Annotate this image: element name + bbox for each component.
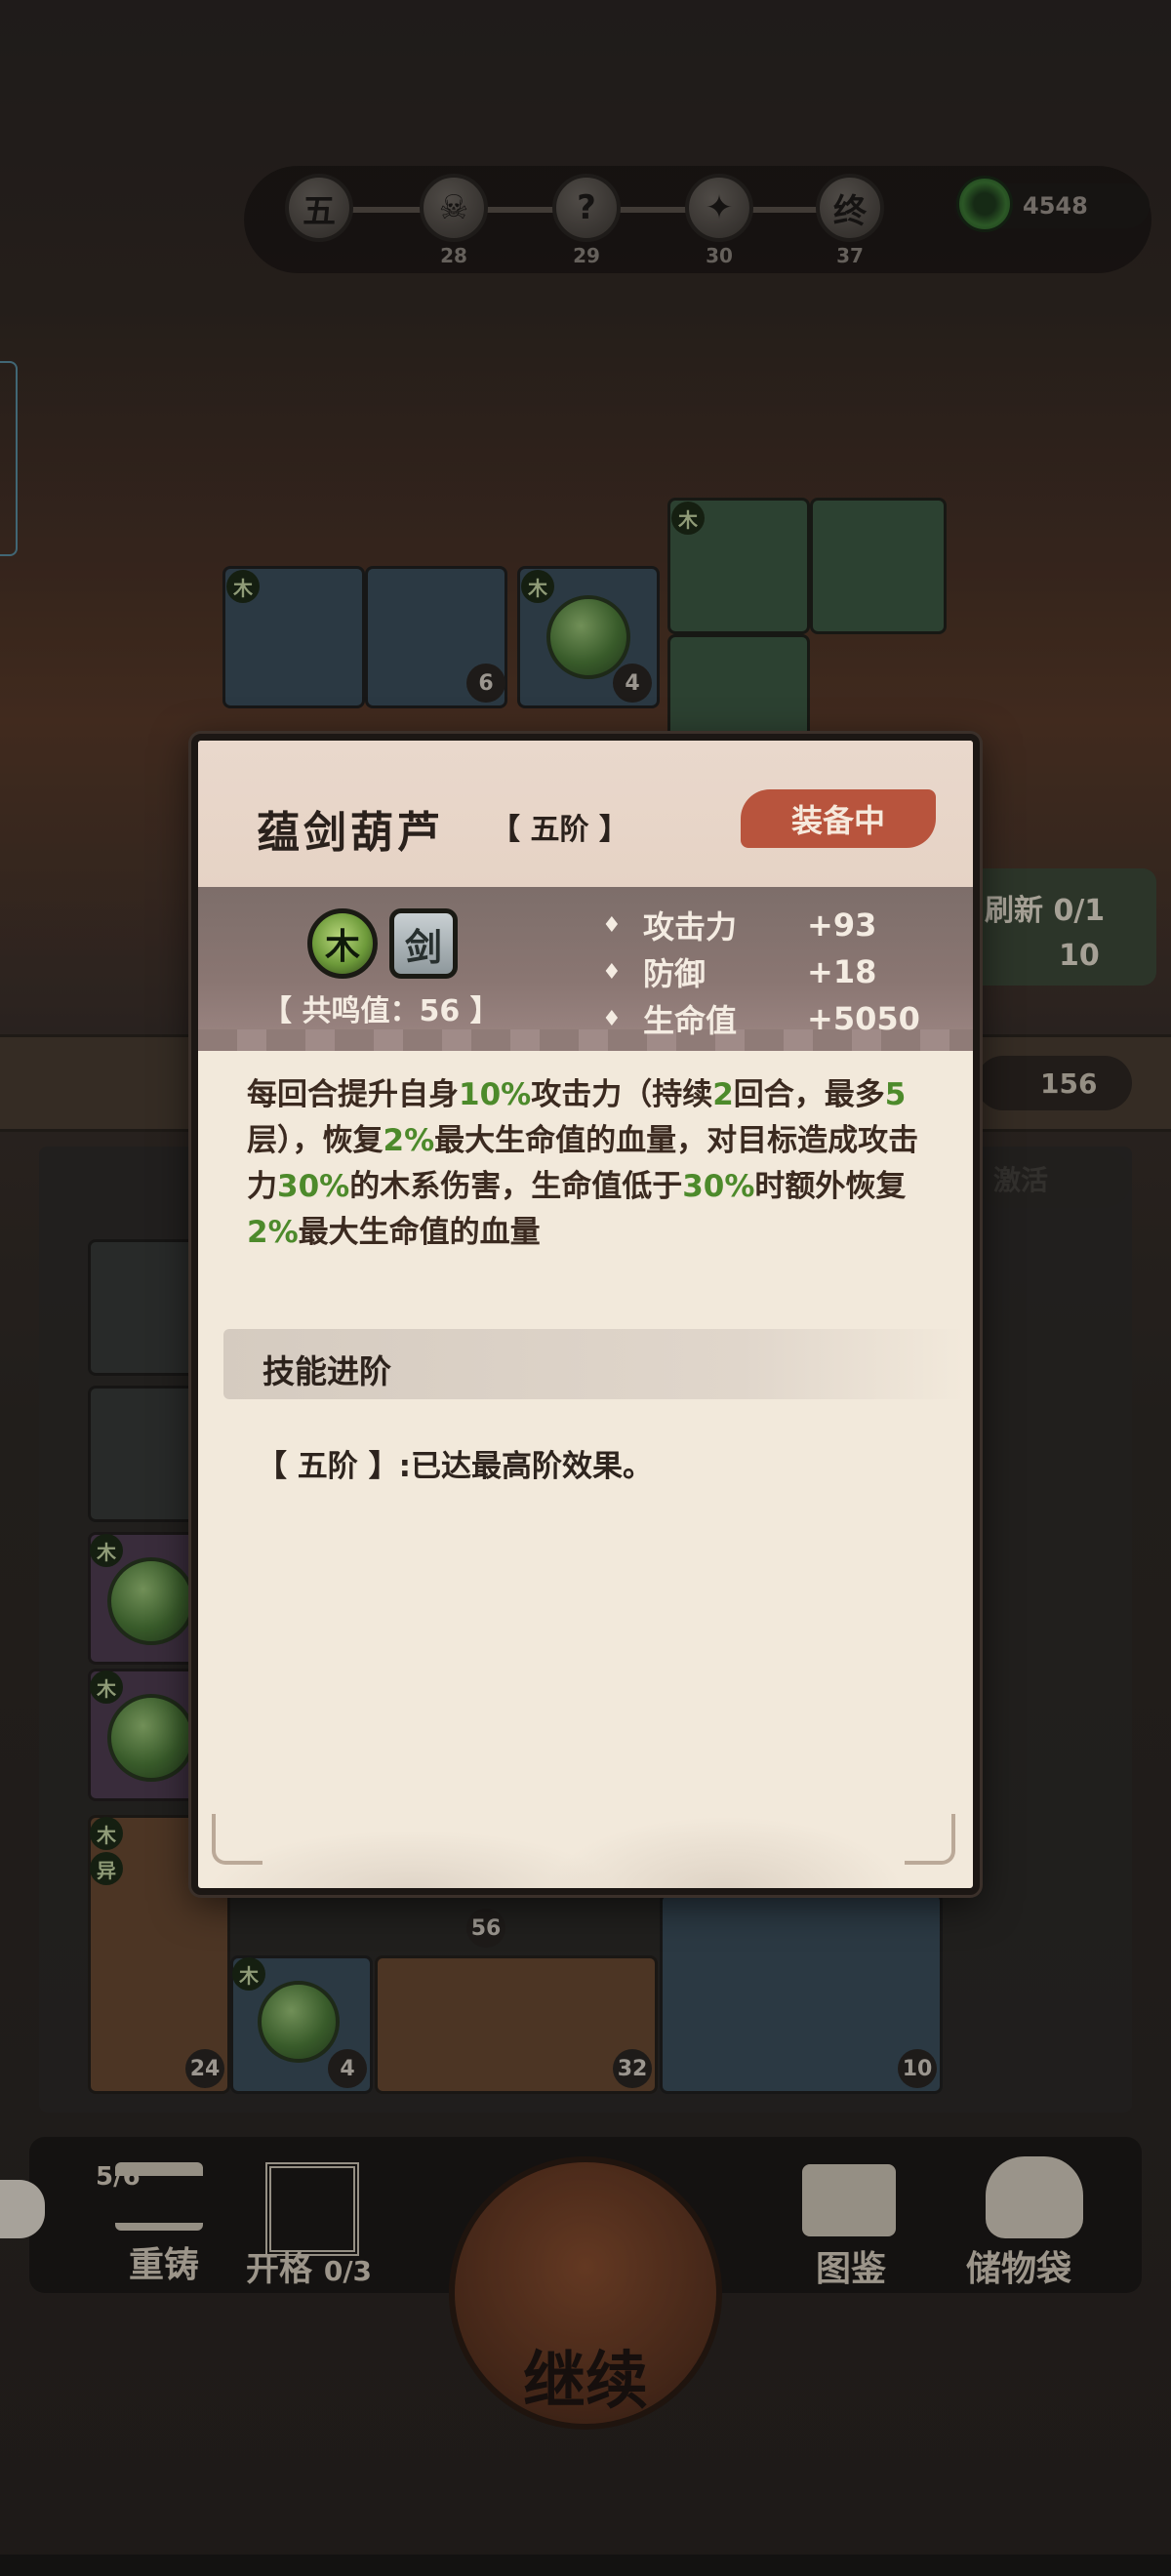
desc-highlight: 2 (712, 1077, 734, 1112)
advance-text: :已达最高阶效果。 (398, 1449, 653, 1484)
sword-type-glyph: 剑 (404, 925, 442, 969)
stat-value: +18 (807, 953, 877, 990)
desc-text: 攻击力（持续 (531, 1077, 713, 1112)
desc-text: 最大生命值的血量 (298, 1215, 541, 1250)
corner-ornament-left (212, 1814, 262, 1865)
stat-value: +93 (807, 906, 877, 944)
wood-element-icon: 木 (307, 908, 378, 979)
item-name: 蕴剑葫芦 (257, 808, 444, 858)
stat-name: 攻击力 (643, 908, 738, 946)
stat-name: 生命值 (643, 1002, 738, 1039)
desc-text: 的木系伤害，生命值低于 (349, 1169, 683, 1204)
resonance-value: 【 共鸣值：56 】 (262, 994, 500, 1028)
stat-name: 防御 (643, 955, 707, 992)
diamond-icon: ♦ (602, 959, 622, 985)
mountain-decoration (198, 1716, 973, 1888)
skill-advance-line: 【 五阶 】:已达最高阶效果。 (257, 1441, 653, 1485)
desc-highlight: 2% (247, 1215, 299, 1250)
stat-row-hp: ♦ 生命值 +5050 (602, 996, 920, 1041)
desc-text: 每回合提升自身 (247, 1077, 459, 1112)
item-tier: 【 五阶 】 (491, 813, 628, 847)
desc-highlight: 30% (682, 1169, 755, 1204)
desc-text: 回合，最多 (733, 1077, 885, 1112)
diamond-icon: ♦ (602, 1006, 622, 1031)
skill-advance-title: 技能进阶 (262, 1352, 391, 1390)
desc-text: 时额外恢复 (754, 1169, 907, 1204)
wood-element-glyph: 木 (324, 927, 360, 967)
desc-highlight: 5 (884, 1077, 907, 1112)
skill-description: 每回合提升自身10%攻击力（持续2回合，最多5层），恢复2%最大生命值的血量，对… (247, 1072, 930, 1256)
advance-tier: 【 五阶 】 (257, 1449, 399, 1484)
desc-highlight: 30% (277, 1169, 350, 1204)
diamond-icon: ♦ (602, 912, 622, 938)
stat-row-defense: ♦ 防御 +18 (602, 949, 876, 994)
equipped-badge: 装备中 (741, 789, 936, 848)
desc-highlight: 2% (383, 1123, 435, 1158)
desc-highlight: 10% (459, 1077, 532, 1112)
sword-type-icon: 剑 (389, 908, 458, 979)
corner-ornament-right (905, 1814, 955, 1865)
stat-value: +5050 (807, 1000, 920, 1037)
stat-row-attack: ♦ 攻击力 +93 (602, 903, 876, 947)
desc-text: 层），恢复 (247, 1123, 384, 1158)
item-detail-modal: 蕴剑葫芦 【 五阶 】 装备中 木 剑 【 共鸣值：56 】 ♦ 攻击力 +93… (191, 734, 980, 1895)
